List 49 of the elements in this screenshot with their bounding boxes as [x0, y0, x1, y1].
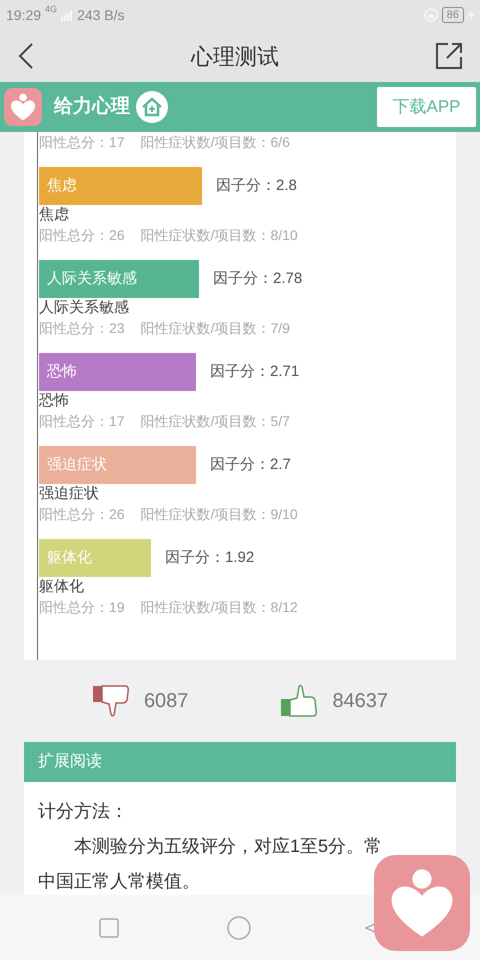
positive-total: 阳性总分：17	[39, 412, 125, 431]
factor-score: 因子分：2.7	[210, 454, 291, 475]
square-nav-icon[interactable]	[99, 918, 119, 938]
positive-total: 阳性总分：26	[39, 226, 125, 245]
factor-name: 恐怖	[39, 391, 69, 411]
factor-score: 因子分：2.78	[213, 268, 302, 289]
factor-label: 恐怖	[47, 362, 77, 382]
section-header: 扩展阅读	[38, 752, 102, 772]
scoring-paragraph: 本测验分为五级评分，对应1至5分。常	[73, 835, 384, 858]
home-icon[interactable]	[136, 91, 168, 123]
positive-total: 阳性总分：17	[39, 133, 125, 152]
factor-label: 躯体化	[47, 548, 92, 568]
network-type: 4G	[45, 3, 58, 16]
thumbs-up-icon[interactable]	[280, 684, 318, 718]
back-icon[interactable]	[18, 43, 34, 69]
symptom-ratio: 阳性症状数/项目数：9/10	[140, 505, 298, 524]
symptom-ratio: 阳性症状数/项目数：7/9	[140, 319, 290, 338]
factor-name: 焦虑	[39, 205, 69, 225]
floating-app-icon[interactable]	[374, 855, 470, 951]
home-nav-icon[interactable]	[227, 916, 251, 940]
page-title: 心理测试	[191, 42, 279, 70]
battery-indicator: 86	[442, 7, 464, 23]
vote-count: 6087	[144, 689, 188, 714]
factor-label: 强迫症状	[47, 454, 107, 475]
app-logo-icon	[4, 88, 42, 126]
factor-name: 躯体化	[39, 577, 84, 597]
scoring-heading: 计分方法：	[38, 800, 129, 823]
app-name: 给力心理	[54, 94, 130, 119]
positive-total: 阳性总分：19	[39, 598, 125, 617]
factor-score: 因子分：2.8	[216, 176, 297, 196]
factor-score: 因子分：1.92	[165, 548, 254, 568]
symptom-ratio: 阳性症状数/项目数：6/6	[140, 133, 290, 152]
factor-name: 强迫症状	[39, 484, 99, 504]
positive-total: 阳性总分：26	[39, 505, 125, 524]
status-time: 19:29	[6, 6, 42, 24]
symptom-ratio: 阳性症状数/项目数：8/12	[140, 598, 298, 617]
factor-name: 人际关系敏感	[39, 298, 129, 318]
factor-label: 焦虑	[47, 176, 77, 196]
factor-score: 因子分：2.71	[210, 362, 300, 382]
thumbs-down-icon[interactable]	[92, 684, 130, 718]
symptom-ratio: 阳性症状数/项目数：8/10	[140, 226, 298, 245]
download-app-button[interactable]: 下载APP	[377, 87, 476, 127]
symptom-ratio: 阳性症状数/项目数：5/7	[140, 412, 290, 431]
network-speed: 243 B/s	[77, 6, 125, 24]
scoring-paragraph: 中国正常人常模值。	[38, 870, 201, 893]
factor-label: 人际关系敏感	[47, 268, 137, 289]
positive-total: 阳性总分：23	[39, 319, 125, 338]
share-icon[interactable]	[436, 43, 462, 69]
vote-count: 84637	[332, 689, 388, 714]
